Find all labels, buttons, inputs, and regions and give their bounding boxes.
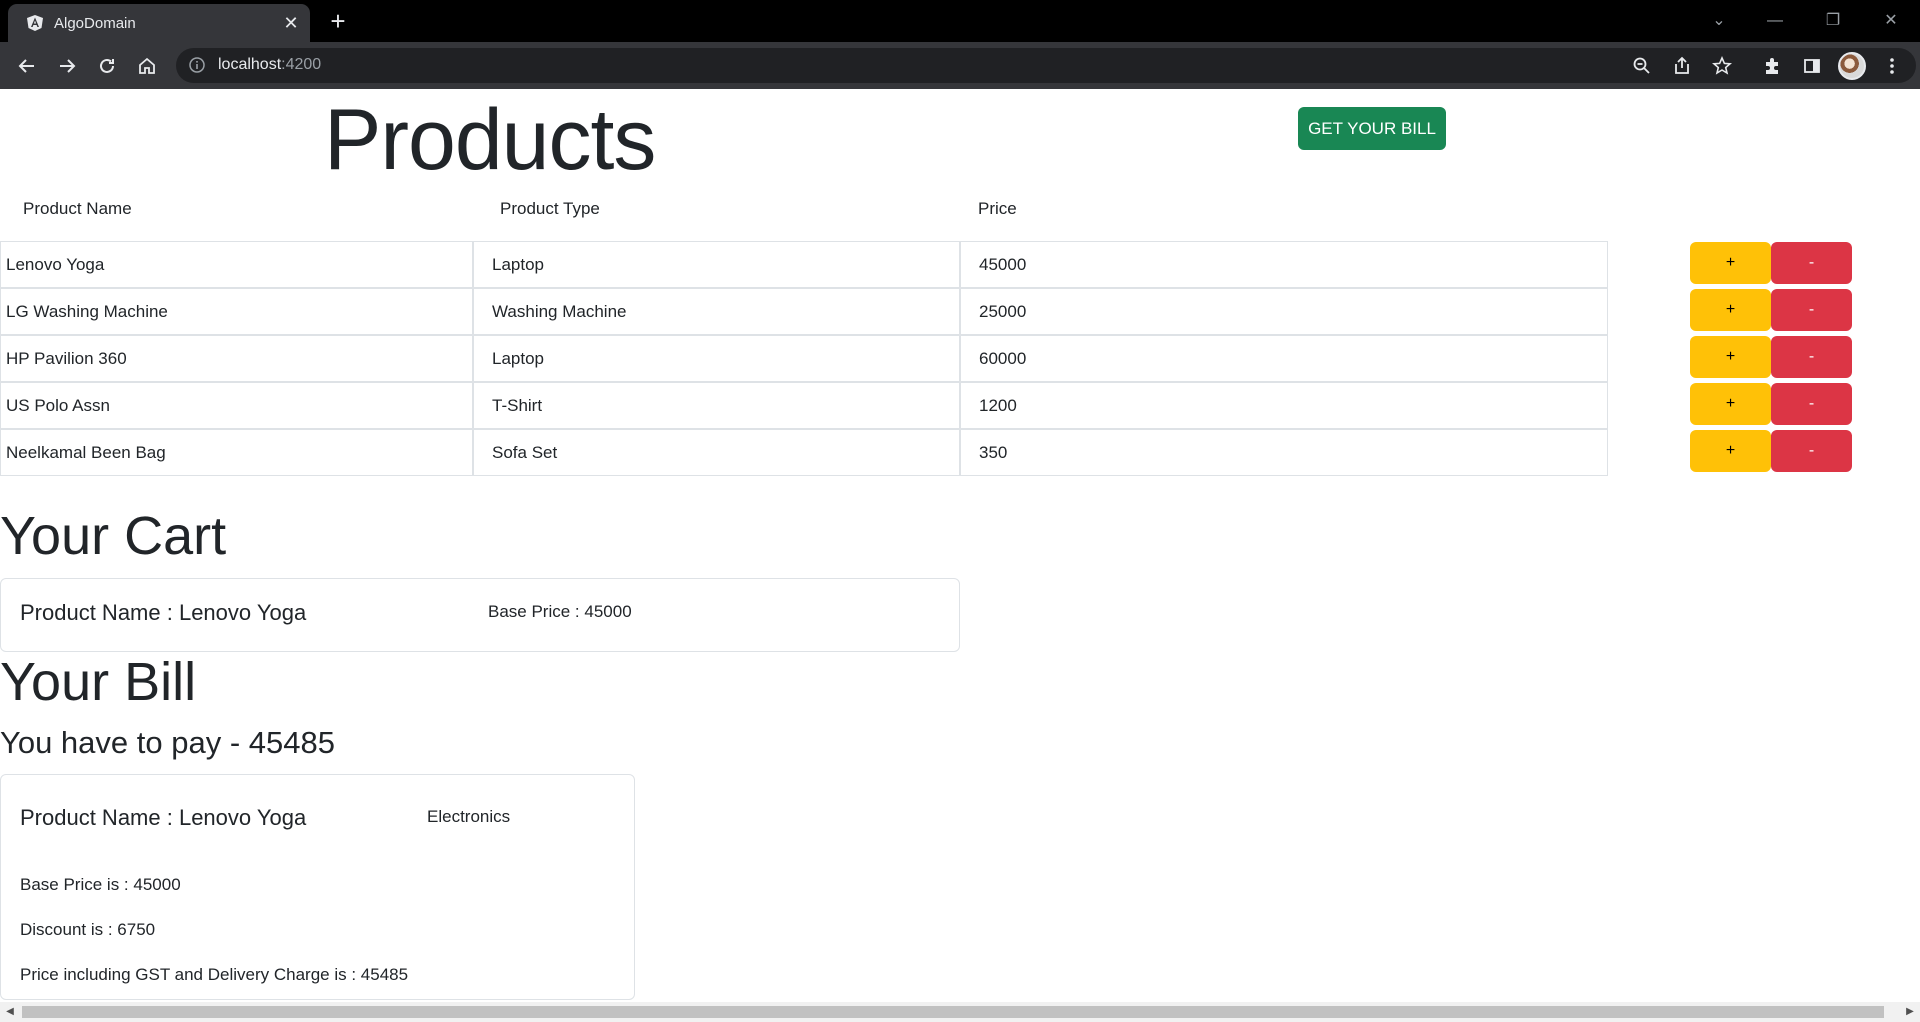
remove-from-cart-button[interactable]: -: [1771, 383, 1852, 425]
product-name-cell: Neelkamal Been Bag: [0, 429, 473, 476]
home-icon[interactable]: [131, 50, 163, 82]
column-header-price: Price: [978, 199, 1017, 218]
column-header-product-type: Product Type: [500, 199, 600, 218]
product-type-cell: Laptop: [473, 335, 960, 382]
add-to-cart-button[interactable]: +: [1690, 430, 1771, 472]
bill-base-price: Base Price is : 45000: [20, 875, 181, 894]
horizontal-scrollbar[interactable]: ◀ ▶: [0, 1002, 1920, 1022]
url-host: localhost: [218, 56, 282, 73]
bill-discount: Discount is : 6750: [20, 920, 156, 939]
browser-tab[interactable]: AlgoDomain ✕: [8, 4, 310, 42]
bookmark-star-icon[interactable]: [1706, 50, 1738, 82]
cart-title: Your Cart: [0, 506, 227, 566]
product-name-cell: LG Washing Machine: [0, 288, 473, 335]
minimize-icon[interactable]: —: [1760, 6, 1790, 36]
scroll-left-icon[interactable]: ◀: [0, 1002, 20, 1022]
product-row: US Polo Assn T-Shirt 1200: [0, 382, 1608, 429]
product-name-cell: HP Pavilion 360: [0, 335, 473, 382]
side-panel-icon[interactable]: [1796, 50, 1828, 82]
reload-icon[interactable]: [91, 50, 123, 82]
product-name-cell: US Polo Assn: [0, 382, 473, 429]
url-text: localhost:4200: [218, 56, 321, 74]
remove-from-cart-button[interactable]: -: [1771, 336, 1852, 378]
kebab-menu-icon[interactable]: [1876, 50, 1908, 82]
product-price-cell: 350: [960, 429, 1608, 476]
bill-total: You have to pay - 45485: [0, 725, 335, 760]
scrollbar-thumb[interactable]: [22, 1006, 1884, 1018]
bill-item-name: Product Name : Lenovo Yoga: [20, 805, 307, 830]
add-to-cart-button[interactable]: +: [1690, 289, 1771, 331]
angular-icon: [26, 14, 44, 32]
bill-item-card: Product Name : Lenovo Yoga Electronics B…: [0, 774, 635, 1000]
remove-from-cart-button[interactable]: -: [1771, 430, 1852, 472]
url-port: :4200: [281, 56, 322, 73]
extensions-icon[interactable]: [1756, 50, 1788, 82]
cart-item-card: Product Name : Lenovo Yoga Base Price : …: [0, 578, 960, 652]
product-type-cell: Sofa Set: [473, 429, 960, 476]
bill-title: Your Bill: [0, 652, 197, 712]
share-icon[interactable]: [1666, 50, 1698, 82]
bill-item-category: Electronics: [427, 807, 511, 826]
tab-title: AlgoDomain: [54, 15, 136, 32]
product-name-cell: Lenovo Yoga: [0, 241, 473, 288]
product-type-cell: Washing Machine: [473, 288, 960, 335]
info-icon[interactable]: [188, 56, 206, 74]
window-close-icon[interactable]: ✕: [1876, 6, 1906, 36]
profile-avatar[interactable]: [1838, 52, 1866, 80]
new-tab-icon[interactable]: +: [324, 8, 352, 36]
bill-final-price: Price including GST and Delivery Charge …: [20, 965, 409, 984]
add-to-cart-button[interactable]: +: [1690, 383, 1771, 425]
product-price-cell: 60000: [960, 335, 1608, 382]
add-to-cart-button[interactable]: +: [1690, 242, 1771, 284]
product-price-cell: 45000: [960, 241, 1608, 288]
close-icon[interactable]: ✕: [280, 12, 302, 34]
forward-icon[interactable]: [51, 50, 83, 82]
product-type-cell: Laptop: [473, 241, 960, 288]
product-row: HP Pavilion 360 Laptop 60000: [0, 335, 1608, 382]
product-price-cell: 25000: [960, 288, 1608, 335]
product-row: Lenovo Yoga Laptop 45000: [0, 241, 1608, 288]
browser-tab-strip: AlgoDomain ✕ + ⌄ — ❐ ✕: [0, 0, 1920, 42]
page-content: Products GET YOUR BILL Product Name Prod…: [0, 89, 1920, 1002]
browser-toolbar: localhost:4200: [0, 42, 1920, 89]
remove-from-cart-button[interactable]: -: [1771, 242, 1852, 284]
restore-icon[interactable]: ❐: [1818, 6, 1848, 36]
zoom-icon[interactable]: [1626, 50, 1658, 82]
tab-search-icon[interactable]: ⌄: [1704, 6, 1734, 36]
product-price-cell: 1200: [960, 382, 1608, 429]
back-icon[interactable]: [11, 50, 43, 82]
remove-from-cart-button[interactable]: -: [1771, 289, 1852, 331]
products-title: Products: [324, 92, 656, 188]
product-row: LG Washing Machine Washing Machine 25000: [0, 288, 1608, 335]
get-your-bill-button[interactable]: GET YOUR BILL: [1298, 107, 1446, 150]
add-to-cart-button[interactable]: +: [1690, 336, 1771, 378]
product-type-cell: T-Shirt: [473, 382, 960, 429]
cart-item-name: Product Name : Lenovo Yoga: [20, 600, 307, 625]
product-row: Neelkamal Been Bag Sofa Set 350: [0, 429, 1608, 476]
column-header-product-name: Product Name: [23, 199, 132, 218]
scroll-right-icon[interactable]: ▶: [1900, 1002, 1920, 1022]
cart-item-price: Base Price : 45000: [488, 602, 632, 621]
